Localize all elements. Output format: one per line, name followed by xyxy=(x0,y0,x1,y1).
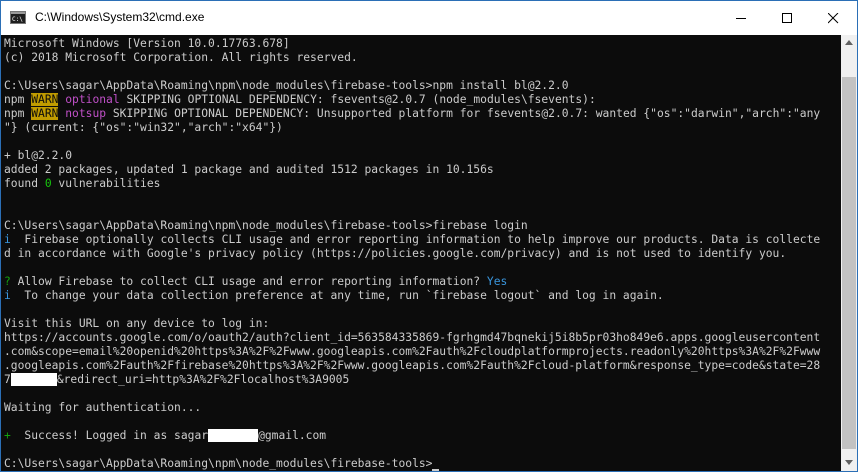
text-cursor xyxy=(432,469,440,471)
scrollbar-thumb[interactable] xyxy=(842,77,856,449)
minimize-icon xyxy=(736,18,746,19)
warn-tag: optional xyxy=(65,93,120,106)
console-line: C:\Users\sagar\AppData\Roaming\npm\node_… xyxy=(4,219,528,232)
info-icon: i xyxy=(4,289,11,302)
maximize-icon xyxy=(782,13,792,23)
console-line: + Success! Logged in as sagar @gmail.com xyxy=(4,429,327,442)
scroll-down-button[interactable] xyxy=(841,455,857,471)
console-line: npm WARN optional SKIPPING OPTIONAL DEPE… xyxy=(4,93,596,106)
console-line: i To change your data collection prefere… xyxy=(4,289,664,302)
npm-label: npm xyxy=(4,107,32,120)
close-button[interactable] xyxy=(811,1,857,35)
maximize-button[interactable] xyxy=(765,1,811,35)
window-title: C:\Windows\System32\cmd.exe xyxy=(35,10,205,24)
cmd-console-icon: C:\ xyxy=(10,11,26,24)
console-line: npm WARN notsup SKIPPING OPTIONAL DEPEND… xyxy=(4,107,821,120)
scroll-up-button[interactable] xyxy=(841,35,857,51)
warn-badge: WARN xyxy=(31,107,59,120)
title-bar[interactable]: C:\ C:\Windows\System32\cmd.exe xyxy=(1,1,857,35)
warn-tag: notsup xyxy=(65,107,107,120)
console-line: found 0 vulnerabilities xyxy=(4,177,161,190)
vertical-scrollbar[interactable] xyxy=(841,35,857,471)
console-line: (c) 2018 Microsoft Corporation. All righ… xyxy=(4,51,358,64)
arrow-up-icon xyxy=(845,40,853,45)
redacted-block xyxy=(208,429,259,442)
npm-label: npm xyxy=(4,93,32,106)
console-line: .googleapis.com%2Fauth%2Ffirebase%20http… xyxy=(4,359,821,372)
success-icon: + xyxy=(4,429,11,442)
answer-yes: Yes xyxy=(486,275,508,288)
info-icon: i xyxy=(4,233,11,246)
console-prompt[interactable]: C:\Users\sagar\AppData\Roaming\npm\node_… xyxy=(4,457,440,471)
console-line: d in accordance with Google's privacy po… xyxy=(4,247,787,260)
console-line: ? Allow Firebase to collect CLI usage an… xyxy=(4,275,508,288)
console-line: Microsoft Windows [Version 10.0.17763.67… xyxy=(4,37,290,50)
console-line: + bl@2.2.0 xyxy=(4,149,73,162)
console-line: .com&scope=email%20openid%20https%3A%2F%… xyxy=(4,345,821,358)
svg-text:C:\: C:\ xyxy=(12,16,23,23)
console-line: C:\Users\sagar\AppData\Roaming\npm\node_… xyxy=(4,79,569,92)
console-line: Waiting for authentication... xyxy=(4,401,202,414)
console-line: added 2 packages, updated 1 package and … xyxy=(4,163,494,176)
warn-badge: WARN xyxy=(31,93,59,106)
console-line: https://accounts.google.com/o/oauth2/aut… xyxy=(4,331,821,344)
close-icon xyxy=(828,13,839,24)
console-line: "} (current: {"os":"win32","arch":"x64"}… xyxy=(4,121,283,134)
console-line: 7 &redirect_uri=http%3A%2F%2Flocalhost%3A… xyxy=(4,373,350,386)
question-icon: ? xyxy=(4,275,11,288)
console-line: i Firebase optionally collects CLI usage… xyxy=(4,233,821,246)
console-output[interactable]: Microsoft Windows [Version 10.0.17763.67… xyxy=(1,35,841,471)
minimize-button[interactable] xyxy=(719,1,765,35)
vulnerability-count: 0 xyxy=(44,177,52,190)
cmd-window: C:\ C:\Windows\System32\cmd.exe Microsof… xyxy=(0,0,858,472)
redacted-block xyxy=(10,373,57,386)
console-line: Visit this URL on any device to log in: xyxy=(4,317,270,330)
arrow-down-icon xyxy=(845,460,853,465)
